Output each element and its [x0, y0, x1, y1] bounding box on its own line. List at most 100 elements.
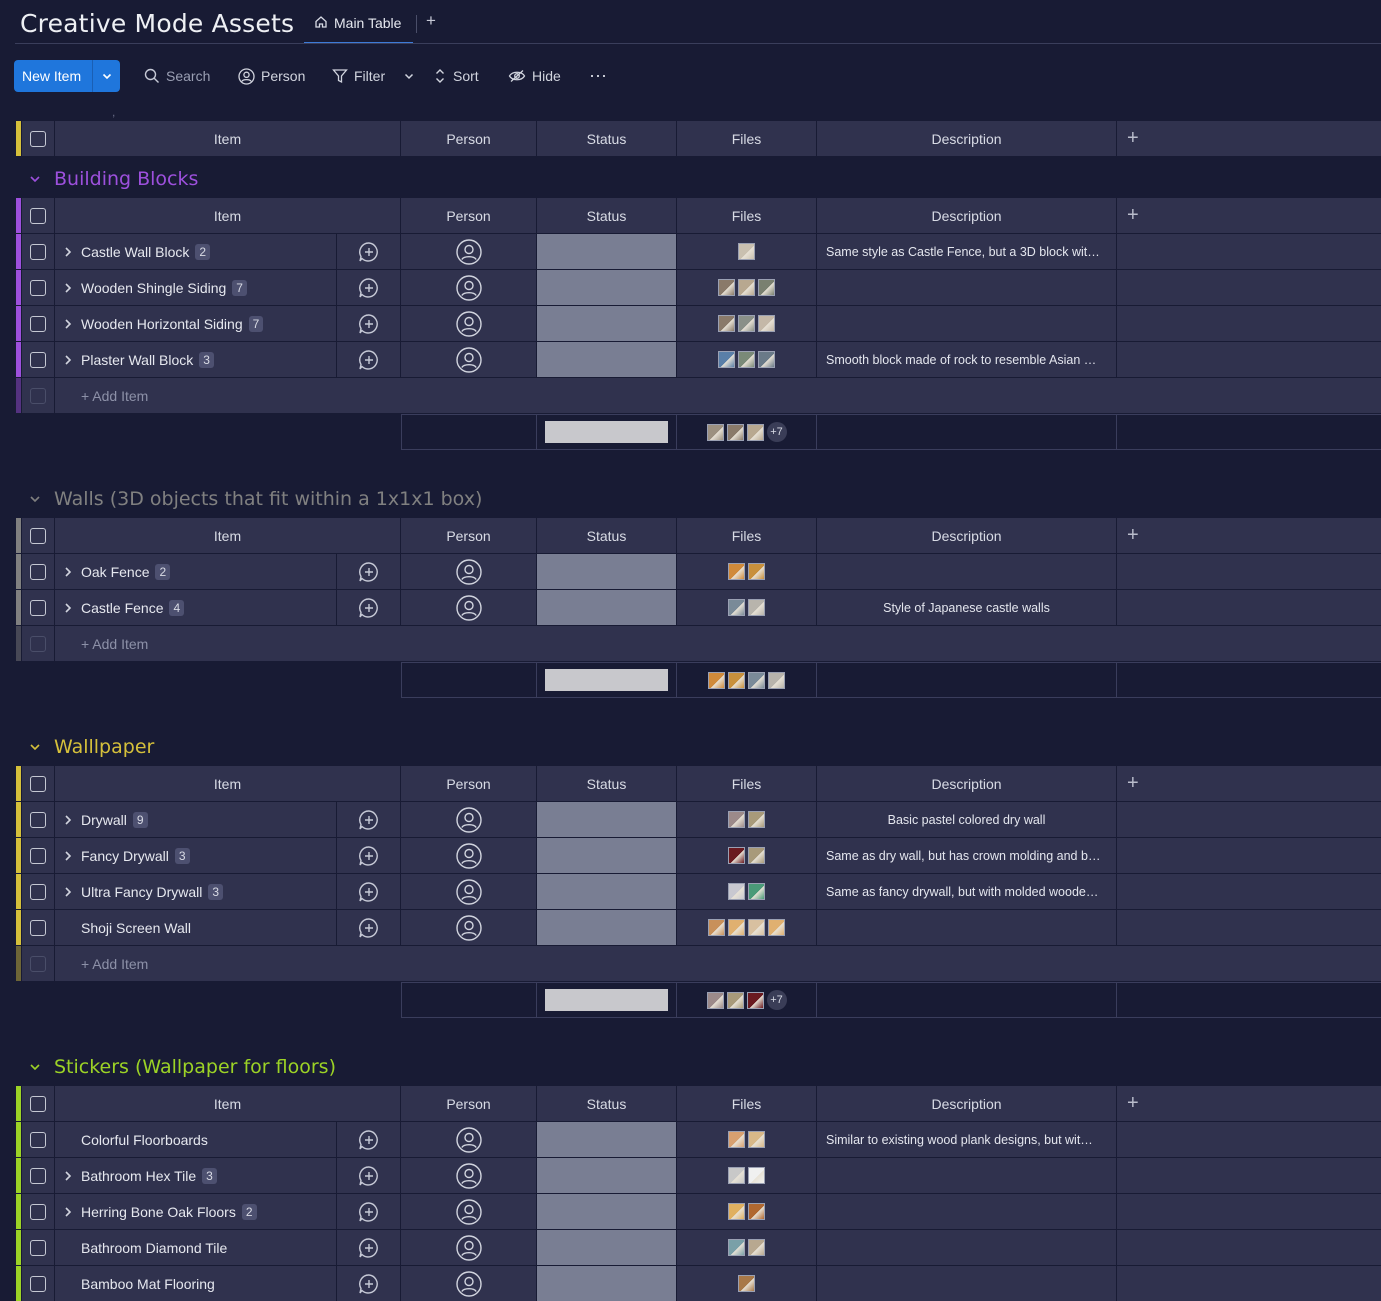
- person-cell[interactable]: [401, 1122, 537, 1157]
- status-cell[interactable]: [537, 802, 677, 837]
- updates-cell[interactable]: [337, 590, 401, 625]
- file-thumbnail[interactable]: [728, 1167, 745, 1184]
- collapse-group-chevron-icon[interactable]: [28, 492, 42, 506]
- status-cell[interactable]: [537, 874, 677, 909]
- status-cell[interactable]: [537, 554, 677, 589]
- add-update-icon[interactable]: [358, 313, 380, 335]
- status-cell[interactable]: [537, 1122, 677, 1157]
- expand-subitems-toggle[interactable]: [55, 850, 81, 862]
- checkbox[interactable]: [30, 351, 46, 368]
- add-column-button[interactable]: +: [1127, 204, 1139, 227]
- column-header-description[interactable]: Description: [817, 198, 1117, 233]
- file-thumbnail[interactable]: [728, 1131, 745, 1148]
- table-row[interactable]: Bathroom Diamond Tile: [16, 1230, 1381, 1266]
- file-thumbnail[interactable]: [758, 351, 775, 368]
- updates-cell[interactable]: [337, 554, 401, 589]
- file-thumbnail[interactable]: [758, 279, 775, 296]
- checkbox[interactable]: [30, 1203, 46, 1220]
- row-checkbox-cell[interactable]: [22, 1230, 55, 1265]
- checkbox[interactable]: [30, 599, 46, 616]
- description-cell[interactable]: Basic pastel colored dry wall: [817, 802, 1117, 837]
- file-thumbnail[interactable]: [728, 919, 745, 936]
- add-update-icon[interactable]: [358, 1201, 380, 1223]
- updates-cell[interactable]: [337, 306, 401, 341]
- status-cell[interactable]: [537, 1158, 677, 1193]
- files-cell[interactable]: [677, 306, 817, 341]
- new-item-button[interactable]: New Item: [14, 60, 120, 92]
- status-cell[interactable]: [537, 1266, 677, 1301]
- description-cell[interactable]: Same style as Castle Fence, but a 3D blo…: [817, 234, 1117, 269]
- file-thumbnail[interactable]: [748, 1203, 765, 1220]
- status-cell[interactable]: [537, 838, 677, 873]
- add-update-icon[interactable]: [358, 1165, 380, 1187]
- chevron-right-icon[interactable]: [62, 566, 74, 578]
- file-thumbnail[interactable]: [738, 243, 755, 260]
- file-thumbnail[interactable]: [728, 563, 745, 580]
- group-title[interactable]: Building Blocks: [54, 168, 198, 190]
- item-cell[interactable]: Bamboo Mat Flooring: [55, 1266, 337, 1301]
- add-item-row[interactable]: + Add Item: [16, 946, 1381, 982]
- person-cell[interactable]: [401, 554, 537, 589]
- status-cell[interactable]: [537, 342, 677, 377]
- file-thumbnail[interactable]: [706, 991, 724, 1009]
- table-row[interactable]: Oak Fence 2: [16, 554, 1381, 590]
- files-cell[interactable]: [677, 234, 817, 269]
- file-thumbnail[interactable]: [728, 599, 745, 616]
- status-distribution-bar[interactable]: [545, 421, 668, 443]
- updates-cell[interactable]: [337, 1266, 401, 1301]
- row-checkbox-cell[interactable]: [22, 1158, 55, 1193]
- files-cell[interactable]: [677, 1122, 817, 1157]
- chevron-right-icon[interactable]: [62, 850, 74, 862]
- description-cell[interactable]: [817, 1230, 1117, 1265]
- checkbox[interactable]: [30, 243, 46, 260]
- chevron-right-icon[interactable]: [62, 1170, 74, 1182]
- item-name[interactable]: Oak Fence: [81, 564, 149, 580]
- item-cell[interactable]: Castle Fence 4: [55, 590, 337, 625]
- files-cell[interactable]: [677, 910, 817, 945]
- subitem-count-badge[interactable]: 3: [202, 1167, 217, 1184]
- more-files-badge[interactable]: +7: [766, 990, 787, 1010]
- updates-cell[interactable]: [337, 910, 401, 945]
- person-cell[interactable]: [401, 342, 537, 377]
- add-update-icon[interactable]: [358, 917, 380, 939]
- group-header[interactable]: Stickers (Wallpaper for floors): [28, 1052, 336, 1082]
- subitem-count-badge[interactable]: 7: [232, 279, 247, 296]
- file-thumbnail[interactable]: [738, 1275, 755, 1292]
- add-update-icon[interactable]: [358, 349, 380, 371]
- description-cell[interactable]: [817, 910, 1117, 945]
- item-name[interactable]: Plaster Wall Block: [81, 352, 193, 368]
- person-cell[interactable]: [401, 838, 537, 873]
- select-all-checkbox-cell[interactable]: [22, 198, 55, 233]
- checkbox[interactable]: [30, 563, 46, 580]
- file-thumbnail[interactable]: [748, 1167, 765, 1184]
- updates-cell[interactable]: [337, 1158, 401, 1193]
- group-header[interactable]: Building Blocks: [28, 164, 198, 194]
- item-cell[interactable]: Plaster Wall Block 3: [55, 342, 337, 377]
- row-checkbox-cell[interactable]: [22, 838, 55, 873]
- item-name[interactable]: Castle Fence: [81, 600, 163, 616]
- file-thumbnail[interactable]: [728, 811, 745, 828]
- files-cell[interactable]: [677, 1194, 817, 1229]
- description-cell[interactable]: Style of Japanese castle walls: [817, 590, 1117, 625]
- column-header-description[interactable]: Description: [817, 518, 1117, 553]
- expand-subitems-toggle[interactable]: [55, 602, 81, 614]
- search-button[interactable]: Search: [144, 60, 210, 92]
- file-thumbnail[interactable]: [748, 563, 765, 580]
- file-thumbnail[interactable]: [718, 279, 735, 296]
- updates-cell[interactable]: [337, 234, 401, 269]
- description-cell[interactable]: [817, 554, 1117, 589]
- file-thumbnail[interactable]: [748, 1239, 765, 1256]
- row-checkbox-cell[interactable]: [22, 910, 55, 945]
- file-thumbnail[interactable]: [726, 423, 744, 441]
- checkbox[interactable]: [30, 527, 46, 544]
- expand-subitems-toggle[interactable]: [55, 354, 81, 366]
- file-thumbnail[interactable]: [758, 315, 775, 332]
- chevron-right-icon[interactable]: [62, 1206, 74, 1218]
- person-cell[interactable]: [401, 802, 537, 837]
- updates-cell[interactable]: [337, 874, 401, 909]
- row-checkbox-cell[interactable]: [22, 1266, 55, 1301]
- item-cell[interactable]: Drywall 9: [55, 802, 337, 837]
- column-header-person[interactable]: Person: [401, 518, 537, 553]
- column-header-item[interactable]: Item: [55, 766, 401, 801]
- table-row[interactable]: Herring Bone Oak Floors 2: [16, 1194, 1381, 1230]
